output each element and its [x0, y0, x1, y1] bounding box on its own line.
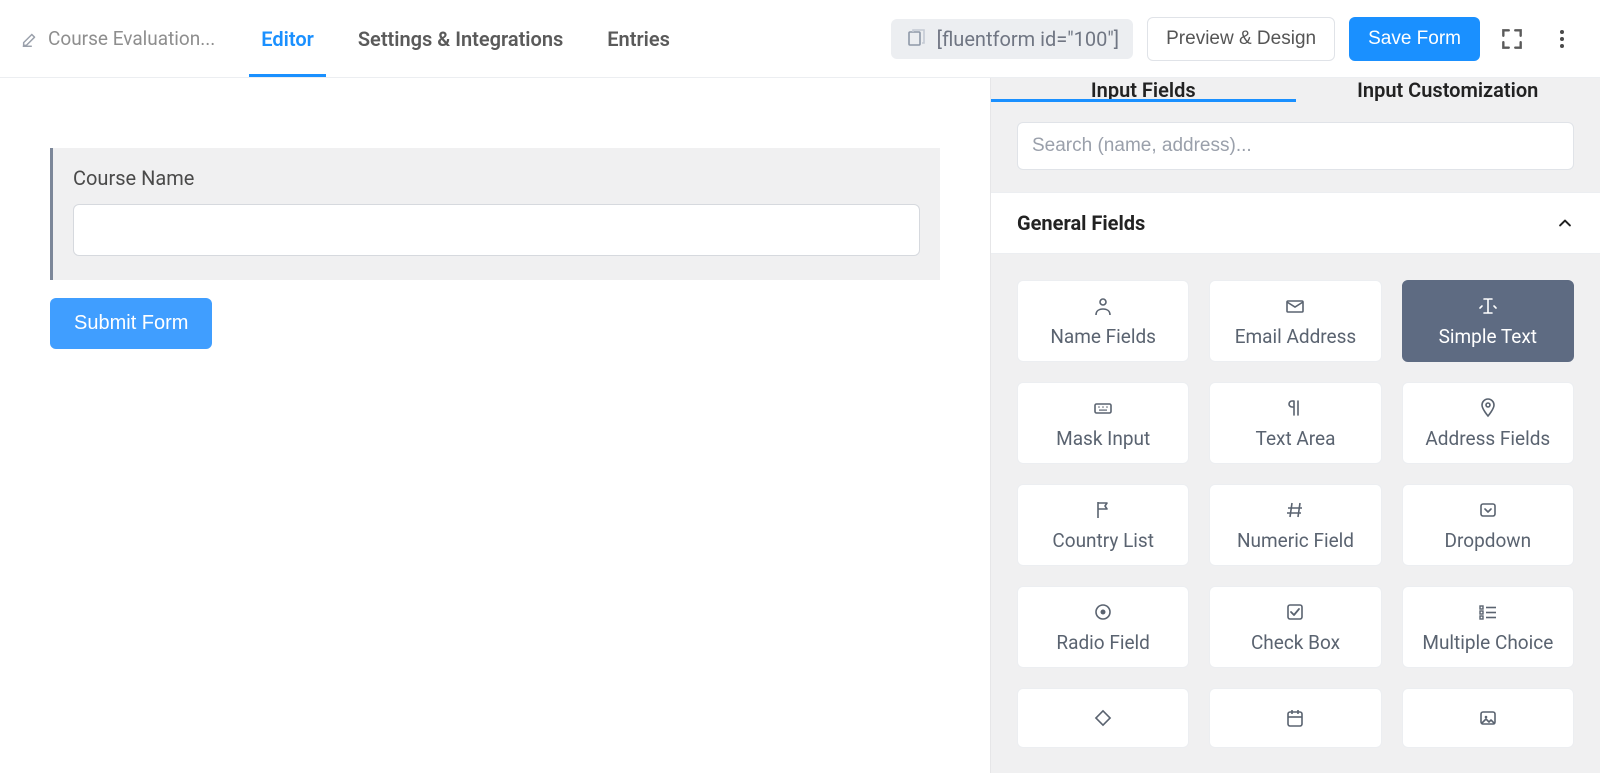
dots-vertical-icon	[1551, 28, 1573, 50]
tab-settings[interactable]: Settings & Integrations	[336, 0, 585, 77]
form-canvas: Course Name Submit Form	[0, 78, 990, 773]
topbar: Course Evaluation... Editor Settings & I…	[0, 0, 1600, 78]
topbar-actions: [fluentform id="100"] Preview & Design S…	[891, 17, 1580, 61]
fullscreen-button[interactable]	[1494, 21, 1530, 57]
image-icon	[1477, 707, 1499, 729]
field-card-label: Address Fields	[1425, 427, 1550, 450]
field-card-numeric-field[interactable]: Numeric Field	[1209, 484, 1381, 566]
field-card-multiple-choice[interactable]: Multiple Choice	[1402, 586, 1574, 668]
field-card-text-area[interactable]: Text Area	[1209, 382, 1381, 464]
field-card-country-list[interactable]: Country List	[1017, 484, 1189, 566]
section-title: General Fields	[1017, 211, 1145, 235]
field-card-label: Check Box	[1251, 631, 1340, 654]
field-card-simple-text[interactable]: Simple Text	[1402, 280, 1574, 362]
radio-icon	[1092, 601, 1114, 623]
field-card-label: Name Fields	[1050, 325, 1156, 348]
field-card-label: Email Address	[1235, 325, 1357, 348]
field-card-email-address[interactable]: Email Address	[1209, 280, 1381, 362]
fields-grid: Name Fields Email Address Simple Text Mask …	[991, 254, 1600, 774]
field-card-mask-input[interactable]: Mask Input	[1017, 382, 1189, 464]
user-icon	[1092, 295, 1114, 317]
form-title[interactable]: Course Evaluation...	[20, 27, 215, 50]
field-label: Course Name	[73, 166, 920, 190]
header-tabs: Editor Settings & Integrations Entries	[239, 0, 692, 77]
copy-icon	[905, 28, 927, 50]
dropdown-icon	[1477, 499, 1499, 521]
field-card-label: Text Area	[1256, 427, 1336, 450]
pencil-icon	[20, 29, 40, 49]
field-card-label: Simple Text	[1439, 325, 1537, 348]
field-card-radio-field[interactable]: Radio Field	[1017, 586, 1189, 668]
submit-button[interactable]: Submit Form	[50, 298, 212, 349]
field-card-label: Radio Field	[1056, 631, 1149, 654]
field-card-diamond[interactable]	[1017, 688, 1189, 748]
field-card-check-box[interactable]: Check Box	[1209, 586, 1381, 668]
field-card-label: Multiple Choice	[1422, 631, 1553, 654]
save-button[interactable]: Save Form	[1349, 17, 1480, 61]
field-card-address-fields[interactable]: Address Fields	[1402, 382, 1574, 464]
mail-icon	[1284, 295, 1306, 317]
main: Course Name Submit Form Input Fields Inp…	[0, 78, 1600, 773]
form-title-text: Course Evaluation...	[48, 27, 215, 50]
check-icon	[1284, 601, 1306, 623]
preview-button[interactable]: Preview & Design	[1147, 17, 1335, 61]
tab-editor[interactable]: Editor	[239, 0, 336, 77]
tab-entries[interactable]: Entries	[585, 0, 692, 77]
field-block-course-name[interactable]: Course Name	[50, 148, 940, 280]
field-card-label: Dropdown	[1445, 529, 1532, 552]
shortcode-text: [fluentform id="100"]	[937, 27, 1119, 51]
search-wrap	[991, 102, 1600, 192]
calendar-icon	[1284, 707, 1306, 729]
field-card-label: Numeric Field	[1237, 529, 1354, 552]
tab-input-customization[interactable]: Input Customization	[1296, 78, 1600, 102]
pin-icon	[1477, 397, 1499, 419]
field-card-image[interactable]	[1402, 688, 1574, 748]
flag-icon	[1092, 499, 1114, 521]
sidebar-tabs: Input Fields Input Customization	[991, 78, 1600, 102]
field-card-dropdown[interactable]: Dropdown	[1402, 484, 1574, 566]
list-icon	[1477, 601, 1499, 623]
field-card-calendar[interactable]	[1209, 688, 1381, 748]
text-cursor-icon	[1477, 295, 1499, 317]
keyboard-icon	[1092, 397, 1114, 419]
fullscreen-icon	[1499, 26, 1525, 52]
search-input[interactable]	[1017, 122, 1574, 170]
chevron-up-icon	[1556, 214, 1574, 232]
more-menu-button[interactable]	[1544, 21, 1580, 57]
field-card-name-fields[interactable]: Name Fields	[1017, 280, 1189, 362]
tab-input-fields[interactable]: Input Fields	[991, 78, 1296, 102]
sidebar: Input Fields Input Customization General…	[990, 78, 1600, 773]
diamond-icon	[1092, 707, 1114, 729]
pilcrow-icon	[1284, 397, 1306, 419]
hash-icon	[1284, 499, 1306, 521]
field-card-label: Country List	[1052, 529, 1154, 552]
field-card-label: Mask Input	[1056, 427, 1150, 450]
section-general-fields[interactable]: General Fields	[991, 192, 1600, 254]
shortcode-copy[interactable]: [fluentform id="100"]	[891, 19, 1133, 59]
course-name-input[interactable]	[73, 204, 920, 256]
